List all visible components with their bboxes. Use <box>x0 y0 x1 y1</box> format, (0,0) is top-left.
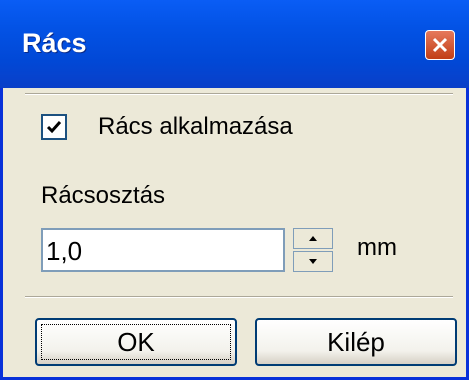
dialog-window: Rács Rács alkalmazása Rácsosztás 1,0 mm … <box>0 0 469 380</box>
close-button[interactable] <box>425 30 455 60</box>
arrow-down-icon <box>309 259 317 264</box>
dialog-body: Rács alkalmazása Rácsosztás 1,0 mm OK Ki… <box>3 88 466 380</box>
cancel-button-label: Kilép <box>327 327 385 357</box>
ok-button[interactable]: OK <box>35 318 237 366</box>
title-bar[interactable]: Rács <box>0 0 469 88</box>
checkmark-icon <box>46 121 62 134</box>
apply-grid-label[interactable]: Rács alkalmazása <box>98 113 293 141</box>
unit-label: mm <box>357 234 397 261</box>
grid-spacing-label: Rácsosztás <box>41 182 166 209</box>
window-title: Rács <box>22 28 87 58</box>
cancel-button[interactable]: Kilép <box>255 318 457 366</box>
arrow-up-icon <box>309 236 317 241</box>
spin-up-button[interactable] <box>293 228 333 249</box>
focus-rectangle <box>41 324 231 360</box>
apply-grid-checkbox[interactable] <box>41 114 67 140</box>
grid-spacing-input[interactable]: 1,0 <box>41 228 285 272</box>
top-divider <box>25 93 453 95</box>
spin-down-button[interactable] <box>293 251 333 272</box>
bottom-divider <box>25 296 453 298</box>
close-icon <box>432 37 448 53</box>
